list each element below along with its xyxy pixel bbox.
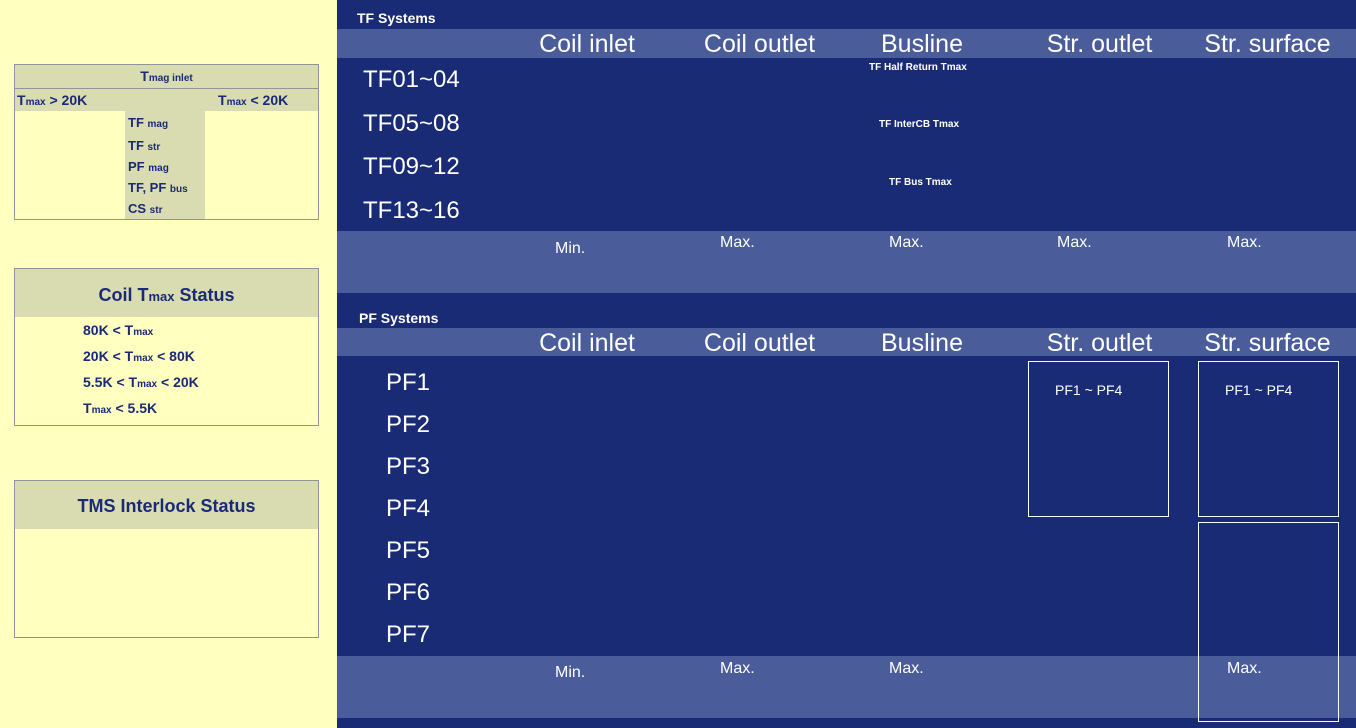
tf-row-05-08: TF05~08 <box>363 110 460 137</box>
pf-row-1: PF1 <box>386 369 431 396</box>
tf-footer-band <box>337 231 1356 293</box>
status-row-lt-5k: Tmax < 5.5K <box>83 400 158 416</box>
tf-col-str-surface: Str. surface <box>1204 30 1331 58</box>
pf-row-7: PF7 <box>386 621 431 648</box>
tf-systems-title: TF Systems <box>357 10 436 26</box>
tmag-inlet-header: Tmag inlet <box>15 65 318 88</box>
tf-col-coil-inlet: Coil inlet <box>539 30 635 58</box>
tmag-item-cs-str: CS str <box>128 201 163 216</box>
tmag-inlet-title: Tmag inlet <box>140 68 193 84</box>
tf-row-01-04: TF01~04 <box>363 66 460 93</box>
tf-bus-tmax-label: TF Bus Tmax <box>889 177 952 188</box>
tmag-item-pf-mag: PF mag <box>128 159 169 174</box>
tf-footer-min: Min. <box>555 240 586 257</box>
tf-footer-max-3: Max. <box>1057 234 1092 251</box>
tms-interlock-header: TMS Interlock Status <box>15 481 318 529</box>
pf-systems-title: PF Systems <box>359 310 439 326</box>
main-display: TF Systems Coil inlet Coil outlet Buslin… <box>337 0 1356 728</box>
status-row-80k: 80K < Tmax <box>83 322 154 338</box>
coil-tmax-status-panel: Coil Tmax Status 80K < Tmax 20K < Tmax <… <box>14 268 319 426</box>
pf-footer-max-2: Max. <box>889 660 924 677</box>
coil-tmax-status-header: Coil Tmax Status <box>15 269 318 317</box>
tmag-item-tf-pf-bus: TF, PF bus <box>128 180 188 195</box>
tms-interlock-title: TMS Interlock Status <box>77 496 256 516</box>
tf-row-13-16: TF13~16 <box>363 197 460 224</box>
tf-footer-max-1: Max. <box>720 234 755 251</box>
tf-col-busline: Busline <box>881 30 963 58</box>
tmax-lt-20k-label: Tmax < 20K <box>218 92 289 108</box>
pf-row-6: PF6 <box>386 579 431 606</box>
tf-footer-max-4: Max. <box>1227 234 1262 251</box>
status-row-5k-20k: 5.5K < Tmax < 20K <box>83 374 199 390</box>
pf-footer-min: Min. <box>555 664 586 681</box>
tf-half-return-tmax-label: TF Half Return Tmax <box>869 62 967 73</box>
pf-col-coil-inlet: Coil inlet <box>539 329 635 357</box>
tf-col-str-outlet: Str. outlet <box>1046 30 1153 58</box>
tf-row-09-12: TF09~12 <box>363 153 460 180</box>
status-row-20k-80k: 20K < Tmax < 80K <box>83 348 195 364</box>
tf-col-coil-outlet: Coil outlet <box>703 30 816 58</box>
pf-row-5: PF5 <box>386 537 431 564</box>
pf-col-str-surface: Str. surface <box>1204 329 1331 357</box>
pf-row-4: PF4 <box>386 495 431 522</box>
tmag-item-tf-mag: TF mag <box>128 115 169 130</box>
tmax-gt-20k-label: Tmax > 20K <box>17 92 88 108</box>
coil-tmax-status-title: Coil Tmax Status <box>98 285 235 305</box>
tf-intercb-tmax-label: TF InterCB Tmax <box>879 119 960 130</box>
pf-row-3: PF3 <box>386 453 431 480</box>
pf-str-surface-box-label: PF1 ~ PF4 <box>1225 382 1293 398</box>
tf-footer-max-2: Max. <box>889 234 924 251</box>
pf-row-2: PF2 <box>386 411 431 438</box>
pf-col-coil-outlet: Coil outlet <box>703 329 816 357</box>
pf-col-busline: Busline <box>881 329 963 357</box>
pf-col-str-outlet: Str. outlet <box>1046 329 1153 357</box>
pf-str-outlet-box-label: PF1 ~ PF4 <box>1055 382 1123 398</box>
tmag-inlet-panel: Tmag inlet Tmax > 20K Tmax < 20K TF mag … <box>14 64 319 220</box>
tmag-item-tf-str: TF str <box>128 138 161 153</box>
tmag-subheader-row: Tmax > 20K Tmax < 20K <box>15 88 318 111</box>
tms-interlock-panel: TMS Interlock Status <box>14 480 319 638</box>
pf-str-surface-box-lower <box>1198 522 1339 722</box>
pf-footer-max-1: Max. <box>720 660 755 677</box>
